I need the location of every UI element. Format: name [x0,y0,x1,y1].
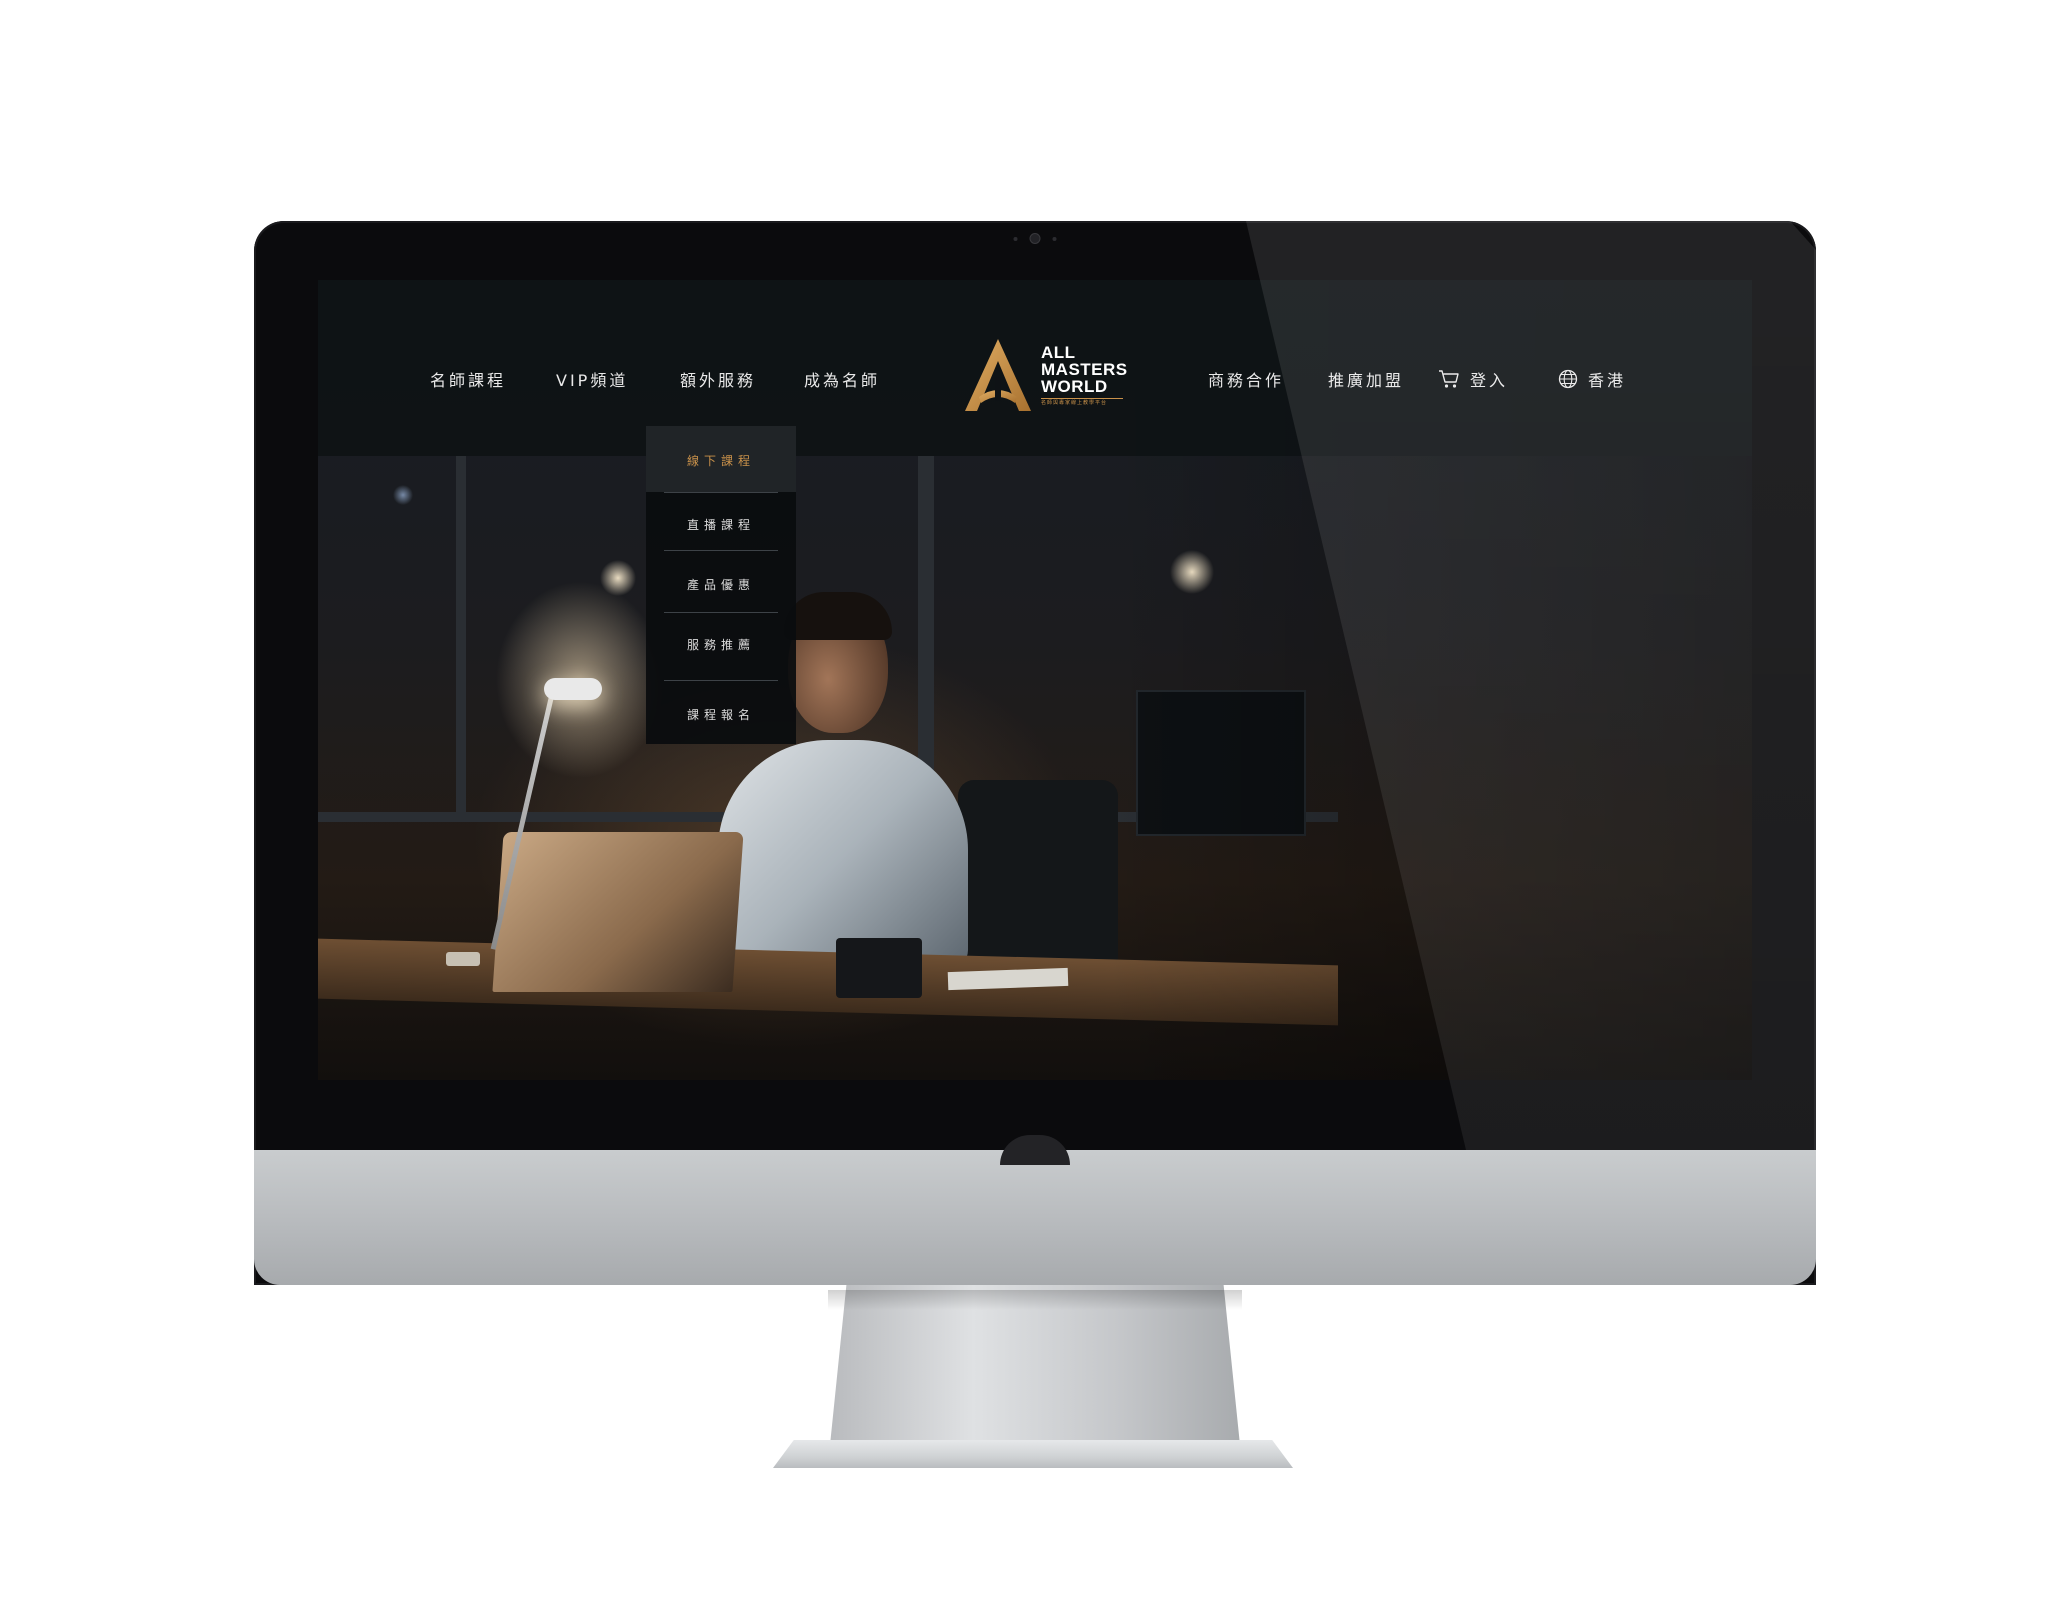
logo-rule [1041,398,1123,399]
nav-item-franchise[interactable]: 推廣加盟 [1328,367,1404,391]
logo-tagline: 名師與專家線上教學平台 [1041,400,1108,406]
logo-line-1: ALL [1041,343,1076,362]
monitor-base [773,1440,1293,1468]
dropdown-divider [664,492,778,493]
stand-shadow [828,1290,1242,1310]
cart-icon [1438,369,1460,389]
dropdown-item-live-courses[interactable]: 直播課程 [646,516,796,533]
nav-item-login[interactable]: 登入 [1438,367,1508,391]
monitor-chin [254,1150,1816,1285]
nav-item-become-master[interactable]: 成為名師 [804,367,880,391]
site-logo[interactable]: ALL MASTERS WORLD 名師與專家線上教學平台 [963,335,1127,415]
globe-icon [1558,369,1578,389]
nav-label: 推廣加盟 [1328,371,1405,390]
dropdown-item-service-recommend[interactable]: 服務推薦 [646,636,796,653]
nav-label: 香港 [1588,371,1627,390]
logo-text: ALL MASTERS WORLD 名師與專家線上教學平台 [1041,344,1128,406]
extra-services-dropdown: 線下課程 直播課程 產品優惠 服務推薦 課程報名 [646,426,796,744]
nav-label: 額外服務 [680,371,757,390]
dropdown-item-course-registration[interactable]: 課程報名 [646,706,796,723]
dropdown-item-offline-courses[interactable]: 線下課程 [646,452,796,469]
top-nav: 名師課程 VIP頻道 額外服務 成為名師 ALL MASTERS WORLD 名… [318,280,1752,456]
logo-a-mark-icon [963,337,1033,413]
nav-label: 成為名師 [804,371,881,390]
nav-item-extra-services[interactable]: 額外服務 [680,367,756,391]
nav-item-courses[interactable]: 名師課程 [430,367,506,391]
nav-item-business[interactable]: 商務合作 [1208,367,1284,391]
nav-label: 登入 [1470,371,1509,390]
dropdown-divider [664,550,778,551]
camera-dot [1052,236,1057,241]
nav-label: 商務合作 [1208,371,1285,390]
nav-item-vip[interactable]: VIP頻道 [556,367,628,391]
camera [1013,233,1057,244]
nav-item-region[interactable]: 香港 [1558,367,1626,391]
camera-dot [1013,236,1018,241]
logo-line-2: MASTERS [1041,360,1128,379]
nav-label: VIP頻道 [556,371,629,390]
screen: 名師課程 VIP頻道 額外服務 成為名師 ALL MASTERS WORLD 名… [318,280,1752,1080]
dropdown-item-product-offers[interactable]: 產品優惠 [646,576,796,593]
dropdown-divider [664,680,778,681]
dropdown-divider [664,612,778,613]
nav-label: 名師課程 [430,371,507,390]
camera-lens [1029,233,1041,244]
logo-line-3: WORLD [1041,377,1108,396]
